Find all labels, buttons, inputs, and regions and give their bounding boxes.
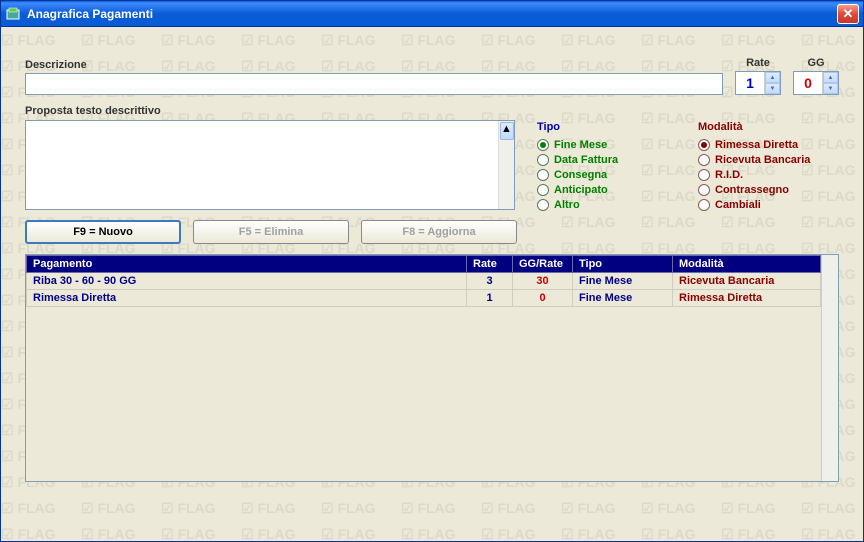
proposta-group: Proposta testo descrittivo ▲ F9 = Nuovo … xyxy=(25,105,517,244)
modalita-option-3[interactable]: Contrassegno xyxy=(698,184,839,196)
grid-scrollbar[interactable] xyxy=(821,255,838,481)
radio-label: Rimessa Diretta xyxy=(715,139,798,151)
modalita-option-0[interactable]: Rimessa Diretta xyxy=(698,139,839,151)
nuovo-button[interactable]: F9 = Nuovo xyxy=(25,220,181,244)
proposta-label: Proposta testo descrittivo xyxy=(25,105,517,117)
content-area: Descrizione Rate 1 ▲ ▼ GG 0 ▲ xyxy=(1,27,863,541)
radio-icon xyxy=(537,154,549,166)
modalita-option-1[interactable]: Ricevuta Bancaria xyxy=(698,154,839,166)
titlebar[interactable]: Anagrafica Pagamenti ✕ xyxy=(1,1,863,27)
cell-tipo: Fine Mese xyxy=(573,290,673,307)
middle-row: Proposta testo descrittivo ▲ F9 = Nuovo … xyxy=(25,105,839,244)
tipo-title: Tipo xyxy=(537,121,678,133)
gg-up-button[interactable]: ▲ xyxy=(823,72,838,83)
cell-tipo: Fine Mese xyxy=(573,273,673,290)
radio-icon xyxy=(537,184,549,196)
radio-label: Fine Mese xyxy=(554,139,607,151)
descrizione-group: Descrizione xyxy=(25,59,723,95)
radio-icon xyxy=(698,184,710,196)
rate-down-button[interactable]: ▼ xyxy=(765,83,780,94)
rate-group: Rate 1 ▲ ▼ xyxy=(735,57,781,95)
gg-spinner[interactable]: 0 ▲ ▼ xyxy=(793,71,839,95)
radio-icon xyxy=(698,139,710,151)
radio-icon xyxy=(537,169,549,181)
radio-label: R.I.D. xyxy=(715,169,743,181)
rate-up-button[interactable]: ▲ xyxy=(765,72,780,83)
col-rate[interactable]: Rate xyxy=(467,256,513,273)
radio-icon xyxy=(537,199,549,211)
radio-icon xyxy=(698,199,710,211)
gg-group: GG 0 ▲ ▼ xyxy=(793,57,839,95)
window-title: Anagrafica Pagamenti xyxy=(27,7,837,21)
table-row[interactable]: Riba 30 - 60 - 90 GG330Fine MeseRicevuta… xyxy=(27,273,821,290)
proposta-textarea[interactable]: ▲ xyxy=(25,120,515,210)
col-ggrate[interactable]: GG/Rate xyxy=(513,256,573,273)
descrizione-label: Descrizione xyxy=(25,59,723,71)
top-row: Descrizione Rate 1 ▲ ▼ GG 0 ▲ xyxy=(25,57,839,95)
close-icon: ✕ xyxy=(843,6,854,22)
tipo-option-2[interactable]: Consegna xyxy=(537,169,678,181)
radio-icon xyxy=(537,139,549,151)
cell-rate: 1 xyxy=(467,290,513,307)
radio-label: Contrassegno xyxy=(715,184,789,196)
tipo-option-1[interactable]: Data Fattura xyxy=(537,154,678,166)
tipo-option-3[interactable]: Anticipato xyxy=(537,184,678,196)
grid-container: Pagamento Rate GG/Rate Tipo Modalità Rib… xyxy=(25,254,839,482)
radio-label: Anticipato xyxy=(554,184,608,196)
gg-spinner-buttons: ▲ ▼ xyxy=(822,72,838,94)
radio-icon xyxy=(698,154,710,166)
cell-rate: 3 xyxy=(467,273,513,290)
radio-label: Altro xyxy=(554,199,580,211)
tipo-option-0[interactable]: Fine Mese xyxy=(537,139,678,151)
button-row: F9 = Nuovo F5 = Elimina F8 = Aggiorna xyxy=(25,220,517,244)
gg-down-button[interactable]: ▼ xyxy=(823,83,838,94)
cell-pagamento: Riba 30 - 60 - 90 GG xyxy=(27,273,467,290)
rate-value: 1 xyxy=(736,72,764,94)
radio-label: Consegna xyxy=(554,169,607,181)
gg-value: 0 xyxy=(794,72,822,94)
modalita-option-4[interactable]: Cambiali xyxy=(698,199,839,211)
col-modalita[interactable]: Modalità xyxy=(673,256,821,273)
tipo-group: Tipo Fine Mese Data Fattura Consegna Antici… xyxy=(537,105,678,214)
window: Anagrafica Pagamenti ✕ Descrizione Rate … xyxy=(0,0,864,542)
elimina-button[interactable]: F5 = Elimina xyxy=(193,220,349,244)
proposta-scrollbar[interactable]: ▲ xyxy=(498,121,514,209)
table-row[interactable]: Rimessa Diretta10Fine MeseRimessa Dirett… xyxy=(27,290,821,307)
app-icon xyxy=(5,6,21,22)
cell-modalita: Rimessa Diretta xyxy=(673,290,821,307)
radio-label: Cambiali xyxy=(715,199,761,211)
col-pagamento[interactable]: Pagamento xyxy=(27,256,467,273)
gg-label: GG xyxy=(793,57,839,69)
modalita-title: Modalità xyxy=(698,121,839,133)
close-button[interactable]: ✕ xyxy=(837,4,859,24)
grid-header-row: Pagamento Rate GG/Rate Tipo Modalità xyxy=(27,256,821,273)
modalita-group: Modalità Rimessa Diretta Ricevuta Bancari… xyxy=(698,105,839,214)
cell-modalita: Ricevuta Bancaria xyxy=(673,273,821,290)
radio-icon xyxy=(698,169,710,181)
radio-label: Data Fattura xyxy=(554,154,618,166)
rate-spinner-buttons: ▲ ▼ xyxy=(764,72,780,94)
payments-grid[interactable]: Pagamento Rate GG/Rate Tipo Modalità Rib… xyxy=(26,255,821,307)
modalita-option-2[interactable]: R.I.D. xyxy=(698,169,839,181)
rate-spinner[interactable]: 1 ▲ ▼ xyxy=(735,71,781,95)
cell-ggrate: 30 xyxy=(513,273,573,290)
descrizione-input[interactable] xyxy=(25,73,723,95)
cell-pagamento: Rimessa Diretta xyxy=(27,290,467,307)
radio-label: Ricevuta Bancaria xyxy=(715,154,810,166)
scroll-up-icon[interactable]: ▲ xyxy=(500,122,514,140)
cell-ggrate: 0 xyxy=(513,290,573,307)
rate-label: Rate xyxy=(735,57,781,69)
col-tipo[interactable]: Tipo xyxy=(573,256,673,273)
aggiorna-button[interactable]: F8 = Aggiorna xyxy=(361,220,517,244)
tipo-option-4[interactable]: Altro xyxy=(537,199,678,211)
